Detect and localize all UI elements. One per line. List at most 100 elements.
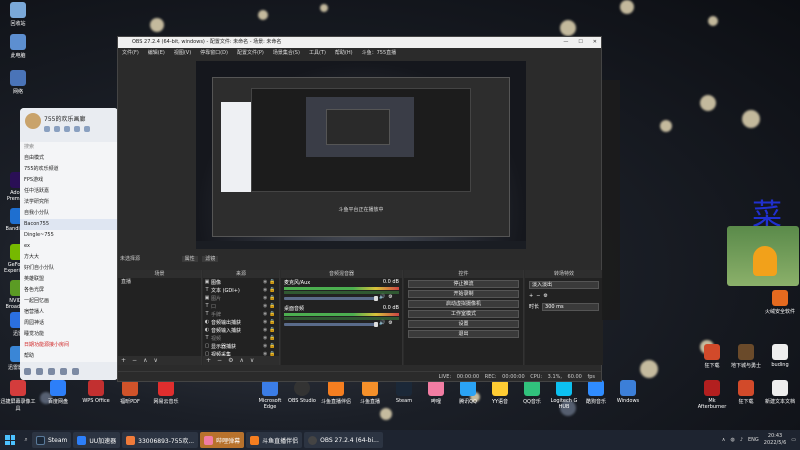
more-icon[interactable] — [84, 126, 90, 132]
menu-docks[interactable]: 停靠窗口(D) — [200, 48, 228, 58]
video-icon[interactable] — [64, 126, 70, 132]
visibility-lock-icons[interactable]: ◉ 🔒 — [263, 279, 279, 285]
desktop-icon[interactable]: OBS Studio — [284, 380, 320, 404]
duration-field[interactable]: 300 ms — [542, 302, 599, 311]
gear-icon[interactable]: ⚙ — [388, 320, 392, 326]
menu-douyu[interactable]: 斗鱼：755直播 — [362, 48, 397, 58]
visibility-lock-icons[interactable]: ◉ 🔒 — [263, 303, 279, 309]
desktop-icon[interactable]: buding — [762, 344, 798, 368]
volume-icon[interactable]: ♪ — [740, 437, 743, 443]
up-icon[interactable]: ∧ — [143, 356, 147, 365]
maximize-icon[interactable]: ☐ — [578, 37, 582, 48]
volume-slider[interactable] — [284, 321, 378, 327]
menu-profile[interactable]: 配置文件(P) — [237, 48, 264, 58]
list-item[interactable]: Dingle~755 — [20, 230, 118, 241]
desktop-icon[interactable]: 狂下载 — [728, 380, 764, 405]
remove-icon[interactable]: − — [536, 293, 540, 299]
properties-button[interactable]: 属性 — [181, 256, 198, 262]
desktop-icon[interactable]: Windows — [610, 380, 646, 404]
list-item[interactable]: ex — [20, 241, 118, 252]
speaker-icon[interactable]: 🔊 — [379, 320, 385, 326]
list-item[interactable]: 任中活跃嘉 — [20, 186, 118, 197]
desktop-icon[interactable]: 斗鱼直播伴侣 — [318, 380, 354, 405]
taskbar-app-qq-group[interactable]: 33006893-755欢... — [122, 432, 199, 448]
notification-icon[interactable]: ▭ — [791, 437, 796, 443]
clock[interactable]: 20:43 2022/5/6 — [764, 433, 786, 447]
start-button[interactable] — [0, 430, 20, 450]
chevron-up-icon[interactable]: ∧ — [722, 437, 726, 443]
source-item[interactable]: T 口 ◉ 🔒 — [203, 302, 279, 310]
settings-icon[interactable] — [60, 367, 67, 375]
filters-button[interactable]: 滤镜 — [202, 256, 219, 262]
menu-file[interactable]: 文件(F) — [122, 48, 139, 58]
desktop-icon[interactable]: 酷狗音乐 — [578, 380, 614, 405]
menu-scene-collection[interactable]: 场景集合(S) — [273, 48, 300, 58]
list-item[interactable]: 英雄联盟 — [20, 274, 118, 285]
list-item[interactable]: 周园神话 — [20, 318, 118, 329]
list-item[interactable]: 自我小分队 — [20, 208, 118, 219]
chat-icon[interactable] — [44, 126, 50, 132]
taskbar-app-bilibili[interactable]: 哔哩弹幕 — [200, 432, 245, 448]
source-item[interactable]: ▢ 显示器捕获 ◉ 🔒 — [203, 342, 279, 350]
list-item[interactable]: 755的欢乐频道 — [20, 164, 118, 175]
language-indicator[interactable]: ENG — [748, 437, 759, 443]
volume-slider[interactable] — [284, 295, 378, 301]
remove-icon[interactable]: − — [217, 356, 222, 365]
desktop-icon[interactable]: 狂下载 — [694, 344, 730, 369]
close-icon[interactable]: ✕ — [593, 37, 597, 48]
desktop-icon[interactable]: Mk Afterburner — [694, 380, 730, 410]
desktop-icon[interactable]: 腾讯QQ — [450, 380, 486, 405]
source-item[interactable]: T 文本 (GDI+) ◉ 🔒 — [203, 286, 279, 294]
transition-select[interactable]: 淡入淡出 — [529, 280, 599, 289]
share-icon[interactable] — [74, 126, 80, 132]
list-item[interactable]: 帮助 — [20, 351, 118, 362]
stop-streaming-button[interactable]: 停止推流 — [408, 280, 519, 288]
gift-icon[interactable] — [72, 367, 79, 375]
desktop-icon[interactable]: 百度网盘 — [40, 380, 76, 405]
start-recording-button[interactable]: 开始录制 — [408, 290, 519, 298]
visibility-lock-icons[interactable]: ◉ 🔒 — [263, 295, 279, 301]
list-item[interactable]: Bacon755 — [20, 219, 118, 230]
taskbar-app-obs[interactable]: OBS 27.2.4 (64-bi... — [304, 432, 383, 448]
visibility-lock-icons[interactable]: ◉ 🔒 — [263, 343, 279, 349]
gear-icon[interactable]: ⚙ — [543, 293, 547, 299]
desktop-icon[interactable]: 网易云音乐 — [148, 380, 184, 405]
remove-icon[interactable]: − — [132, 356, 137, 365]
phone-icon[interactable] — [54, 126, 60, 132]
desktop-icon[interactable]: YY语音 — [482, 380, 518, 405]
virtual-camera-button[interactable]: 启动虚拟摄像机 — [408, 300, 519, 308]
desktop-icon[interactable]: 福昕PDF — [112, 380, 148, 405]
mic-icon[interactable] — [48, 367, 55, 375]
taskbar-app-steam[interactable]: Steam — [32, 432, 72, 448]
desktop-icon[interactable]: Logitech G HUB — [546, 380, 582, 410]
gear-icon[interactable]: ⚙ — [388, 294, 392, 300]
visibility-lock-icons[interactable]: ◉ 🔒 — [263, 311, 279, 317]
desktop-icon[interactable]: 回收站 — [0, 2, 36, 27]
list-item[interactable]: 各色光屏 — [20, 285, 118, 296]
menu-view[interactable]: 视图(V) — [174, 48, 191, 58]
exit-button[interactable]: 退出 — [408, 330, 519, 338]
desktop-icon[interactable]: QQ音乐 — [514, 380, 550, 405]
menu-help[interactable]: 帮助(H) — [335, 48, 353, 58]
list-item[interactable]: 睡觉功能 — [20, 329, 118, 340]
obs-preview[interactable]: 斗鱼平台正在播放中 — [196, 61, 526, 249]
add-icon[interactable]: + — [121, 356, 126, 365]
desktop-icon[interactable]: 地下城与勇士 — [728, 344, 764, 369]
visibility-lock-icons[interactable]: ◉ 🔒 — [263, 319, 279, 325]
source-item[interactable]: ◐ 音频输入捕获 ◉ 🔒 — [203, 326, 279, 334]
desktop-icon[interactable]: 网络 — [0, 70, 36, 95]
menu-edit[interactable]: 编辑(E) — [148, 48, 165, 58]
down-icon[interactable]: ∨ — [250, 356, 254, 365]
avatar[interactable] — [25, 113, 41, 129]
studio-mode-button[interactable]: 工作室模式 — [408, 310, 519, 318]
gear-icon[interactable]: ⚙ — [228, 356, 233, 365]
search-icon[interactable]: ⌕ — [20, 430, 32, 450]
speaker-icon[interactable]: 🔊 — [379, 294, 385, 300]
taskbar-app-uu[interactable]: UU加速器 — [73, 432, 121, 448]
source-item[interactable]: ▣ 图片 ◉ 🔒 — [203, 294, 279, 302]
desktop-icon[interactable]: Microsoft Edge — [252, 380, 288, 410]
desktop-icon[interactable]: 新建文本文档 — [762, 380, 798, 405]
list-item[interactable]: 宿营播人 — [20, 307, 118, 318]
visibility-lock-icons[interactable]: ◉ 🔒 — [263, 335, 279, 341]
speaker-icon[interactable] — [36, 367, 43, 375]
